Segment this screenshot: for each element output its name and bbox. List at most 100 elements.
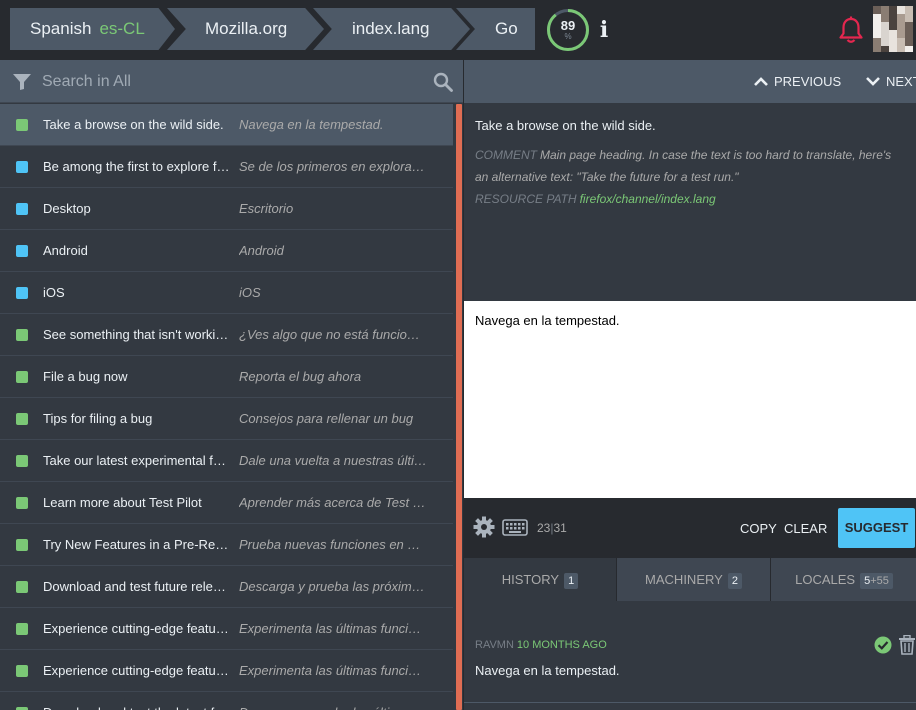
- tab-machinery-label: MACHINERY: [645, 572, 723, 587]
- comment-text: Main page heading. In case the text is t…: [475, 148, 892, 184]
- resource-selector[interactable]: index.lang: [313, 8, 470, 50]
- entity-row[interactable]: Download and test future releases Descarg…: [0, 566, 453, 608]
- trash-icon[interactable]: [898, 635, 916, 655]
- entity-translation: Experimenta las últimas funciones: [239, 663, 427, 678]
- search-bar: [0, 60, 463, 103]
- entity-translation: Consejos para rellenar un bug: [239, 411, 414, 426]
- entity-translation: Android: [239, 243, 284, 258]
- keyboard-icon[interactable]: [502, 519, 528, 536]
- entity-source: Android: [43, 243, 88, 258]
- suggest-button[interactable]: SUGGEST: [838, 508, 915, 548]
- resource-path-row: Resource path firefox/channel/index.lang: [475, 188, 905, 210]
- entity-source: Try New Features in a Pre-Release Versio…: [43, 537, 231, 552]
- history-author[interactable]: RAVMN: [475, 639, 514, 651]
- clear-button[interactable]: CLEAR: [784, 521, 827, 536]
- entity-row[interactable]: Desktop Escritorio: [0, 188, 453, 230]
- entity-row[interactable]: Take a browse on the wild side. Navega en…: [0, 104, 453, 146]
- entity-row[interactable]: Be among the first to explore future ver…: [0, 146, 453, 188]
- approved-check-icon[interactable]: [874, 636, 892, 654]
- history-timestamp: 10 MONTHS AGO: [516, 639, 607, 651]
- info-icon[interactable]: i: [597, 18, 611, 42]
- tab-machinery[interactable]: MACHINERY 2: [617, 558, 771, 601]
- entity-source: Experience cutting-edge features: [43, 663, 231, 678]
- character-counter: 23|31: [537, 521, 567, 535]
- search-icon[interactable]: [433, 72, 453, 92]
- helper-tabs: HISTORY 1 MACHINERY 2 LOCALES 5+55: [464, 558, 916, 601]
- filter-icon[interactable]: [12, 73, 32, 91]
- project-name: Mozilla.org: [205, 19, 288, 38]
- tab-history-label: HISTORY: [501, 572, 560, 587]
- tab-history-count: 1: [564, 573, 579, 589]
- entity-row[interactable]: Learn more about Test Pilot Aprender más …: [0, 482, 453, 524]
- previous-button[interactable]: PREVIOUS: [753, 74, 853, 90]
- entity-translation: Escritorio: [239, 201, 294, 216]
- entity-row[interactable]: File a bug now Reporta el bug ahora: [0, 356, 453, 398]
- counter-translation: 23: [537, 521, 551, 535]
- status-fuzzy-icon: [16, 287, 28, 299]
- translation-editor[interactable]: [464, 301, 916, 498]
- entity-source: Tips for filing a bug: [43, 411, 153, 426]
- status-fuzzy-icon: [16, 203, 28, 215]
- history-translation[interactable]: Navega en la tempestad.: [475, 663, 620, 678]
- chevron-up-icon: [754, 77, 768, 86]
- entity-translation: iOS: [239, 285, 261, 300]
- entity-row[interactable]: Tips for filing a bug Consejos para relle…: [0, 398, 453, 440]
- entity-row[interactable]: Try New Features in a Pre-Release Versio…: [0, 524, 453, 566]
- bell-icon[interactable]: [838, 16, 864, 44]
- copy-button[interactable]: COPY: [740, 521, 777, 536]
- next-label: NEXT: [886, 74, 916, 89]
- search-input[interactable]: [42, 60, 422, 103]
- status-approved-icon: [16, 497, 28, 509]
- scrollbar-thumb[interactable]: [456, 104, 462, 710]
- entity-row[interactable]: iOS iOS: [0, 272, 453, 314]
- entity-source: Desktop: [43, 201, 91, 216]
- entity-translation: Descarga y prueba las próximas versiones: [239, 579, 427, 594]
- entity-row[interactable]: Experience cutting-edge features Experime…: [0, 650, 453, 692]
- entity-list: Take a browse on the wild side. Navega en…: [0, 104, 453, 710]
- go-label: Go: [495, 19, 518, 38]
- entity-source: File a bug now: [43, 369, 128, 384]
- status-approved-icon: [16, 539, 28, 551]
- project-selector[interactable]: Mozilla.org: [167, 8, 324, 50]
- entity-source: Learn more about Test Pilot: [43, 495, 202, 510]
- entity-row[interactable]: Download and test the latest features Des…: [0, 692, 453, 710]
- entity-translation: Prueba nuevas funciones en una versión p…: [239, 537, 427, 552]
- resource-path-link[interactable]: firefox/channel/index.lang: [580, 192, 716, 206]
- entity-row[interactable]: Experience cutting-edge features Experime…: [0, 608, 453, 650]
- tab-history[interactable]: HISTORY 1: [464, 558, 617, 601]
- gear-icon[interactable]: [473, 516, 495, 538]
- status-fuzzy-icon: [16, 161, 28, 173]
- chevron-down-icon: [866, 77, 880, 86]
- editor-toolbar: 23|31 COPY CLEAR SUGGEST: [464, 498, 916, 558]
- progress-value: 89: [560, 18, 576, 33]
- entity-translation: Reporta el bug ahora: [239, 369, 362, 384]
- tab-locales[interactable]: LOCALES 5+55: [771, 558, 916, 601]
- locale-selector[interactable]: Spanish es-CL: [10, 8, 175, 50]
- entity-source: Be among the first to explore future ver…: [43, 159, 231, 174]
- entity-row[interactable]: Android Android: [0, 230, 453, 272]
- history-panel: RAVMN 10 MONTHS AGO Navega en la tempesta…: [464, 601, 916, 710]
- tab-locales-count: 5+55: [860, 573, 893, 589]
- status-approved-icon: [16, 455, 28, 467]
- status-approved-icon: [16, 119, 28, 131]
- status-fuzzy-icon: [16, 245, 28, 257]
- avatar[interactable]: [873, 6, 916, 52]
- entity-source: Take a browse on the wild side.: [43, 117, 224, 132]
- top-bar: Spanish es-CL Mozilla.org index.lang Go 8…: [0, 0, 916, 60]
- entity-translation: Descarga y prueba las últimas funciones: [239, 705, 427, 710]
- metadata: Comment Main page heading. In case the te…: [475, 144, 905, 210]
- entity-row[interactable]: Take our latest experimental features fo…: [0, 440, 453, 482]
- comment-label: Comment: [475, 148, 537, 162]
- previous-label: PREVIOUS: [774, 74, 842, 89]
- entity-translation: Se de los primeros en explorar las futur…: [239, 159, 427, 174]
- locale-name: Spanish: [30, 19, 92, 38]
- entity-translation: Experimenta las últimas funciones: [239, 621, 427, 636]
- entity-translation: Dale una vuelta a nuestras últimas funci…: [239, 453, 427, 468]
- entity-row[interactable]: See something that isn't working? ¿Ves al…: [0, 314, 453, 356]
- entity-source: Download and test the latest features: [43, 705, 231, 710]
- entity-translation: Aprender más acerca de Test Pilot: [239, 495, 427, 510]
- locale-code: es-CL: [99, 19, 145, 38]
- counter-original: 31: [553, 521, 567, 535]
- next-button[interactable]: NEXT: [865, 74, 916, 90]
- resource-name: index.lang: [352, 19, 430, 38]
